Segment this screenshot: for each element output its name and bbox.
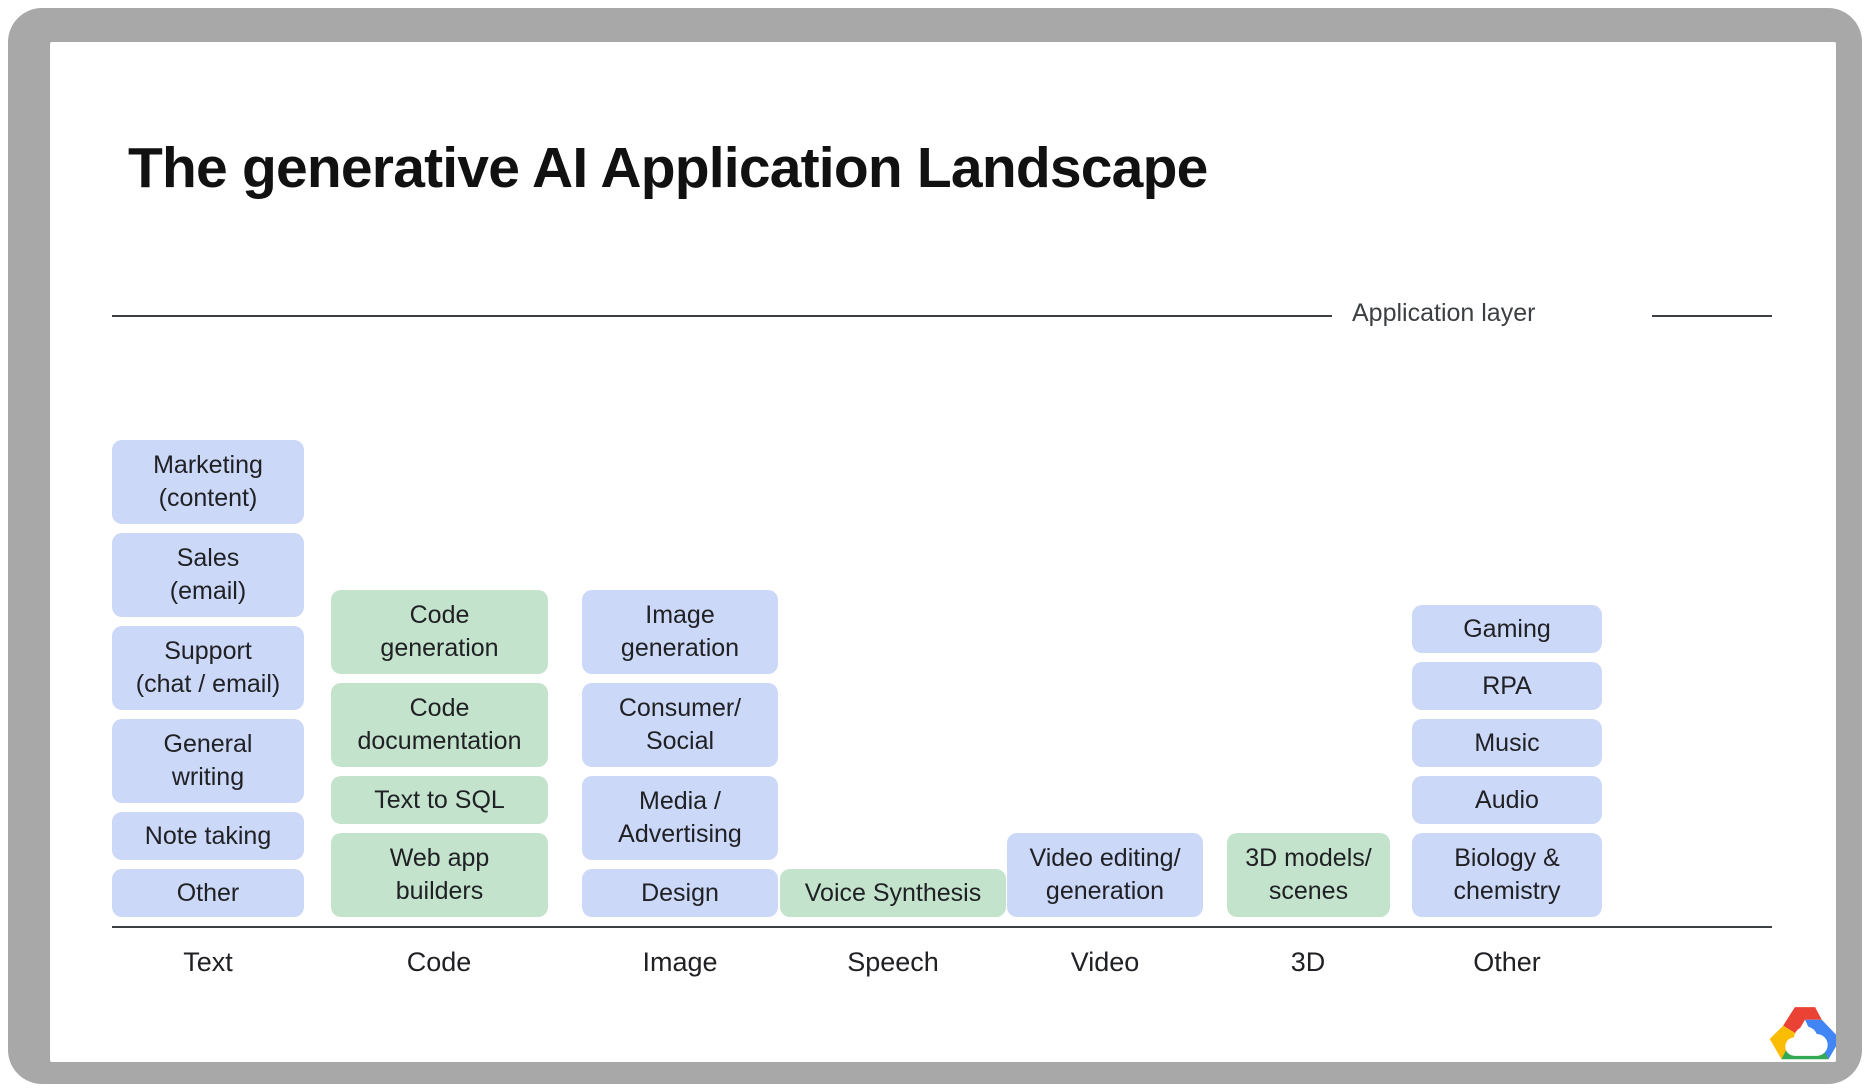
landscape-cell[interactable]: Video editing/ generation: [1007, 833, 1203, 917]
landscape-cell[interactable]: Text to SQL: [331, 776, 548, 824]
landscape-cell[interactable]: Design: [582, 869, 778, 917]
category-column-code: Code generation Code documentation Text to…: [331, 590, 548, 917]
landscape-cell[interactable]: Consumer/ Social: [582, 683, 778, 767]
landscape-cell[interactable]: Marketing (content): [112, 440, 304, 524]
landscape-cell[interactable]: Voice Synthesis: [780, 869, 1006, 917]
axis-label-speech: Speech: [847, 947, 939, 977]
axis-label-other: Other: [1473, 947, 1541, 977]
axis-label-text: Text: [183, 947, 233, 977]
application-layer-label: Application layer: [1352, 299, 1536, 327]
landscape-cell[interactable]: Other: [112, 869, 304, 917]
landscape-cell[interactable]: Gaming: [1412, 605, 1602, 653]
landscape-cell[interactable]: Sales (email): [112, 533, 304, 617]
category-column-text: Marketing (content) Sales (email) Support …: [112, 440, 304, 917]
axis-label-image: Image: [642, 947, 718, 977]
landscape-grid: Marketing (content) Sales (email) Support …: [112, 332, 1772, 917]
axis-label-video: Video: [1070, 947, 1140, 977]
category-column-image: Image generation Consumer/ Social Media / …: [582, 590, 778, 917]
slide-canvas: The generative AI Application Landscape …: [50, 42, 1836, 1062]
landscape-cell[interactable]: Web app builders: [331, 833, 548, 917]
category-column-3d: 3D models/ scenes: [1227, 833, 1390, 917]
category-column-video: Video editing/ generation: [1007, 833, 1203, 917]
category-column-other: Gaming RPA Music Audio Biology & chemistry: [1412, 605, 1602, 917]
landscape-cell[interactable]: Note taking: [112, 812, 304, 860]
axis-label-3d: 3D: [1290, 947, 1326, 977]
landscape-cell[interactable]: General writing: [112, 719, 304, 803]
landscape-cell[interactable]: Support (chat / email): [112, 626, 304, 710]
axis-baseline: [112, 926, 1772, 928]
device-bezel: The generative AI Application Landscape …: [8, 8, 1862, 1084]
landscape-cell[interactable]: RPA: [1412, 662, 1602, 710]
landscape-cell[interactable]: Code generation: [331, 590, 548, 674]
landscape-cell[interactable]: Image generation: [582, 590, 778, 674]
axis-label-code: Code: [406, 947, 472, 977]
landscape-cell[interactable]: Media / Advertising: [582, 776, 778, 860]
landscape-cell[interactable]: 3D models/ scenes: [1227, 833, 1390, 917]
page-title: The generative AI Application Landscape: [128, 136, 1208, 200]
landscape-cell[interactable]: Biology & chemistry: [1412, 833, 1602, 917]
category-column-speech: Voice Synthesis: [780, 869, 1006, 917]
landscape-cell[interactable]: Audio: [1412, 776, 1602, 824]
axis-label-row: Text Code Image Speech Video 3D Other: [112, 947, 1772, 987]
layer-rule-right: [1652, 315, 1772, 317]
landscape-cell[interactable]: Code documentation: [331, 683, 548, 767]
layer-rule-left: [112, 315, 1332, 317]
google-cloud-logo: [1769, 1007, 1836, 1060]
landscape-cell[interactable]: Music: [1412, 719, 1602, 767]
